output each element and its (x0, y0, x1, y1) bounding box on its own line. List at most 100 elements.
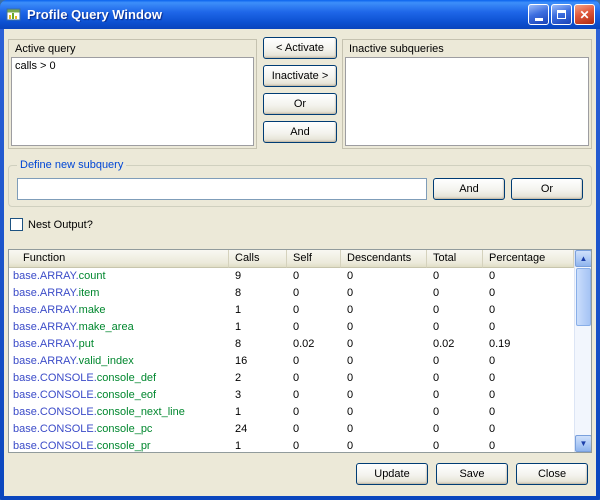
value-cell: 8 (229, 336, 287, 353)
footer-buttons: Update Save Close (4, 463, 588, 485)
value-cell: 0 (427, 319, 483, 336)
scroll-down-button[interactable]: ▼ (575, 435, 592, 452)
table-row[interactable]: base.CONSOLE.console_def20000 (9, 370, 574, 387)
column-header-percentage[interactable]: Percentage (483, 250, 574, 268)
value-cell: 1 (229, 319, 287, 336)
function-cell: base.ARRAY.make_area (9, 319, 229, 336)
or-transfer-button[interactable]: Or (263, 93, 337, 115)
value-cell: 0.02 (427, 336, 483, 353)
nest-output-row: Nest Output? (10, 218, 93, 231)
value-cell: 0 (483, 421, 574, 438)
value-cell: 0 (483, 302, 574, 319)
table-row[interactable]: base.ARRAY.put80.0200.020.19 (9, 336, 574, 353)
column-header-descendants[interactable]: Descendants (341, 250, 427, 268)
table-row[interactable]: base.CONSOLE.console_next_line10000 (9, 404, 574, 421)
value-cell: 8 (229, 285, 287, 302)
close-dialog-button[interactable]: Close (516, 463, 588, 485)
column-header-function[interactable]: Function (9, 250, 229, 268)
value-cell: 0 (427, 421, 483, 438)
window-title: Profile Query Window (27, 7, 526, 22)
value-cell: 0 (341, 319, 427, 336)
subquery-input[interactable] (17, 178, 427, 200)
close-button[interactable]: ✕ (574, 4, 595, 25)
profile-query-window: Profile Query Window ✕ Active query call… (0, 0, 600, 500)
value-cell: 3 (229, 387, 287, 404)
value-cell: 0 (287, 404, 341, 421)
value-cell: 24 (229, 421, 287, 438)
value-cell: 0 (287, 421, 341, 438)
table-row[interactable]: base.CONSOLE.console_eof30000 (9, 387, 574, 404)
value-cell: 0 (483, 285, 574, 302)
value-cell: 0 (341, 370, 427, 387)
value-cell: 0 (287, 370, 341, 387)
value-cell: 0 (427, 370, 483, 387)
value-cell: 1 (229, 404, 287, 421)
value-cell: 0 (341, 285, 427, 302)
nest-output-label: Nest Output? (28, 219, 93, 231)
value-cell: 0 (427, 438, 483, 452)
and-transfer-button[interactable]: And (263, 121, 337, 143)
minimize-icon (535, 18, 543, 21)
value-cell: 0 (287, 387, 341, 404)
maximize-button[interactable] (551, 4, 572, 25)
value-cell: 0 (427, 268, 483, 285)
value-cell: 0 (483, 268, 574, 285)
active-query-list[interactable]: calls > 0 (11, 57, 254, 146)
value-cell: 0 (287, 268, 341, 285)
table-row[interactable]: base.ARRAY.count90000 (9, 268, 574, 285)
minimize-button[interactable] (528, 4, 549, 25)
function-cell: base.ARRAY.valid_index (9, 353, 229, 370)
value-cell: 1 (229, 438, 287, 452)
scrollbar-thumb[interactable] (576, 268, 591, 326)
update-button[interactable]: Update (356, 463, 428, 485)
column-header-calls[interactable]: Calls (229, 250, 287, 268)
subquery-or-button[interactable]: Or (511, 178, 583, 200)
active-query-item[interactable]: calls > 0 (12, 58, 253, 74)
function-cell: base.CONSOLE.console_def (9, 370, 229, 387)
inactivate-button[interactable]: Inactivate > (263, 65, 337, 87)
table-header: FunctionCallsSelfDescendantsTotalPercent… (9, 250, 591, 268)
vertical-scrollbar[interactable]: ▲ ▼ (574, 250, 591, 452)
scroll-up-button[interactable]: ▲ (575, 250, 592, 267)
define-subquery-group: Define new subquery And Or (8, 165, 592, 207)
value-cell: 0 (427, 387, 483, 404)
activate-button[interactable]: < Activate (263, 37, 337, 59)
column-header-total[interactable]: Total (427, 250, 483, 268)
save-button[interactable]: Save (436, 463, 508, 485)
table-row[interactable]: base.ARRAY.make10000 (9, 302, 574, 319)
value-cell: 0.02 (287, 336, 341, 353)
value-cell: 0 (483, 319, 574, 336)
active-query-panel: Active query calls > 0 (8, 39, 257, 149)
value-cell: 0 (287, 319, 341, 336)
table-row[interactable]: base.CONSOLE.console_pr10000 (9, 438, 574, 452)
value-cell: 0 (427, 285, 483, 302)
table-row[interactable]: base.ARRAY.item80000 (9, 285, 574, 302)
value-cell: 0 (341, 268, 427, 285)
subquery-and-button[interactable]: And (433, 178, 505, 200)
close-icon: ✕ (579, 8, 589, 22)
maximize-icon (557, 10, 566, 19)
value-cell: 0 (287, 285, 341, 302)
column-header-self[interactable]: Self (287, 250, 341, 268)
value-cell: 0 (483, 404, 574, 421)
value-cell: 0 (483, 353, 574, 370)
table-row[interactable]: base.CONSOLE.console_pc240000 (9, 421, 574, 438)
value-cell: 0 (483, 387, 574, 404)
value-cell: 0 (341, 353, 427, 370)
nest-output-checkbox[interactable] (10, 218, 23, 231)
inactive-subqueries-list[interactable] (345, 57, 589, 146)
value-cell: 0 (483, 370, 574, 387)
table-row[interactable]: base.ARRAY.make_area10000 (9, 319, 574, 336)
value-cell: 0 (483, 438, 574, 452)
function-cell: base.ARRAY.put (9, 336, 229, 353)
value-cell: 0 (287, 353, 341, 370)
client-area: Active query calls > 0 < Activate Inacti… (4, 29, 596, 496)
titlebar[interactable]: Profile Query Window ✕ (0, 0, 600, 29)
table-row[interactable]: base.ARRAY.valid_index160000 (9, 353, 574, 370)
define-subquery-label: Define new subquery (17, 159, 126, 171)
value-cell: 9 (229, 268, 287, 285)
function-cell: base.ARRAY.count (9, 268, 229, 285)
value-cell: 0 (287, 438, 341, 452)
function-cell: base.CONSOLE.console_pc (9, 421, 229, 438)
inactive-subqueries-label: Inactive subqueries (349, 43, 444, 55)
